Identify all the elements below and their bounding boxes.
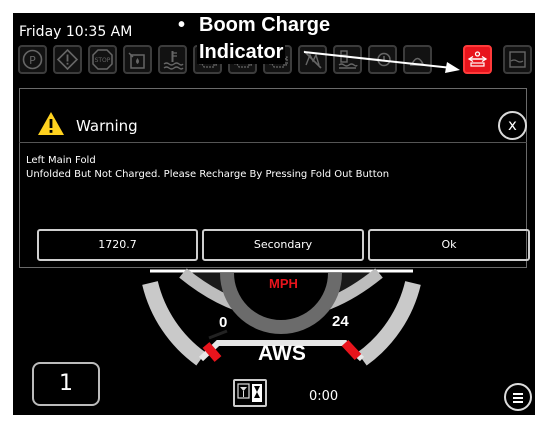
dialog-ok-button[interactable]: Ok bbox=[368, 229, 530, 261]
menu-icon-bar bbox=[513, 397, 523, 399]
gauge-min-label: 0 bbox=[219, 314, 228, 331]
dialog-divider bbox=[19, 142, 527, 143]
hourglass-icon bbox=[237, 383, 262, 402]
elapsed-time: 0:00 bbox=[309, 389, 339, 404]
menu-icon-bar bbox=[513, 401, 523, 403]
gear-indicator[interactable]: 1 bbox=[32, 362, 100, 406]
steering-mode: AWS bbox=[258, 342, 306, 365]
menu-button[interactable] bbox=[504, 383, 532, 411]
dialog-message-line1: Left Main Fold bbox=[26, 155, 96, 166]
dialog-close-button[interactable]: x bbox=[498, 111, 527, 140]
dialog-secondary-button[interactable]: Secondary bbox=[202, 229, 364, 261]
gauge-unit: MPH bbox=[269, 276, 298, 291]
dialog-message-line2: Unfolded But Not Charged. Please Recharg… bbox=[26, 169, 390, 180]
hourglass-timer-button[interactable] bbox=[233, 379, 267, 407]
dialog-value-button[interactable]: 1720.7 bbox=[37, 229, 198, 261]
dialog-title: Warning bbox=[76, 117, 138, 135]
gauge-max-label: 24 bbox=[332, 313, 349, 330]
warning-triangle-icon bbox=[38, 112, 64, 135]
close-icon: x bbox=[508, 116, 517, 134]
menu-icon-bar bbox=[513, 393, 523, 395]
